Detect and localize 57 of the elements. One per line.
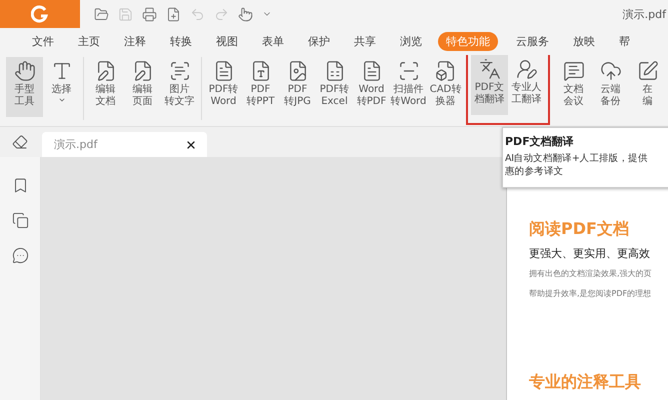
menu-tab[interactable]: 保护 xyxy=(300,32,338,51)
folder-open-icon[interactable] xyxy=(94,6,109,22)
close-icon[interactable] xyxy=(185,138,197,150)
ribbon-button[interactable]: 在 编 xyxy=(629,57,666,117)
cad-file-icon xyxy=(434,60,456,82)
menu-tab[interactable]: 主页 xyxy=(70,32,108,51)
page-heading: 专业的注释工具 xyxy=(529,372,642,393)
menu-tab[interactable]: 云服务 xyxy=(508,32,557,51)
ribbon-button[interactable]: 编辑 页面 xyxy=(124,57,161,117)
menu-tab[interactable]: 共享 xyxy=(346,32,384,51)
ribbon-button[interactable]: PDF 转JPG xyxy=(279,57,316,117)
print-icon[interactable] xyxy=(142,6,157,22)
ribbon-button[interactable]: PDF转 Word xyxy=(205,57,242,117)
ribbon-button[interactable]: PDF文 档翻译 xyxy=(471,55,508,115)
page-text: 帮助提升效率,是您阅读PDF的理想 xyxy=(529,288,652,300)
menu-tab[interactable]: 视图 xyxy=(208,32,246,51)
ribbon-button[interactable]: 选择 xyxy=(43,57,80,117)
touch-hand-icon[interactable] xyxy=(238,6,253,22)
caret-icon xyxy=(58,96,66,104)
image-text-icon xyxy=(168,60,190,82)
ribbon-button[interactable]: Word 转PDF xyxy=(353,57,390,117)
chat-icon xyxy=(562,60,584,82)
comments-icon[interactable] xyxy=(12,247,28,264)
ribbon-button[interactable]: 专业人 工翻译 xyxy=(508,55,545,115)
tooltip-text: AI自动文档翻译+人工排版，提供 惠的参考译文 xyxy=(505,152,648,178)
tooltip-title: PDF文档翻译 xyxy=(505,134,575,149)
menu-tab[interactable]: 表单 xyxy=(254,32,292,51)
ribbon-button[interactable]: PDF转 Excel xyxy=(316,57,353,117)
window-title: 演示.pdf xyxy=(622,6,666,22)
translate-icon xyxy=(478,58,500,80)
cloud-upload-icon xyxy=(600,60,622,82)
ribbon-button[interactable]: 编辑 文档 xyxy=(87,57,124,117)
ribbon-button[interactable]: PDF 转PPT xyxy=(242,57,279,117)
new-file-icon[interactable] xyxy=(166,6,181,22)
ribbon-button[interactable]: 云端 备份 xyxy=(592,57,629,117)
menu-tab[interactable]: 注释 xyxy=(116,32,154,51)
page-heading: 阅读PDF文档 xyxy=(529,219,630,240)
page-subheading: 更强大、更实用、更高效 xyxy=(529,246,651,261)
menu-tab[interactable]: 帮 xyxy=(611,32,638,51)
person-translate-icon xyxy=(516,58,538,80)
menu-tab[interactable]: 浏览 xyxy=(392,32,430,51)
eraser-icon[interactable] xyxy=(12,134,28,150)
edit-icon xyxy=(636,60,658,82)
ribbon-button[interactable]: 文档 会议 xyxy=(555,57,592,117)
document-tab[interactable]: 演示.pdf xyxy=(42,132,207,157)
app-logo xyxy=(31,5,49,23)
menu-tab[interactable]: 文件 xyxy=(24,32,62,51)
ribbon-button[interactable]: 手型 工具 xyxy=(6,57,43,117)
menu-tab[interactable]: 转换 xyxy=(162,32,200,51)
scan-icon xyxy=(398,60,420,82)
ribbon-button[interactable]: 扫描件 转Word xyxy=(390,57,427,117)
pages-icon[interactable] xyxy=(12,212,28,229)
ribbon-button[interactable]: 图片 转文字 xyxy=(161,57,198,117)
ribbon-button[interactable]: CAD转 换器 xyxy=(427,57,464,117)
menu-tab[interactable]: 放映 xyxy=(565,32,603,51)
hand-icon xyxy=(14,60,36,82)
page-text: 拥有出色的文档渲染效果,强大的页 xyxy=(529,268,653,280)
